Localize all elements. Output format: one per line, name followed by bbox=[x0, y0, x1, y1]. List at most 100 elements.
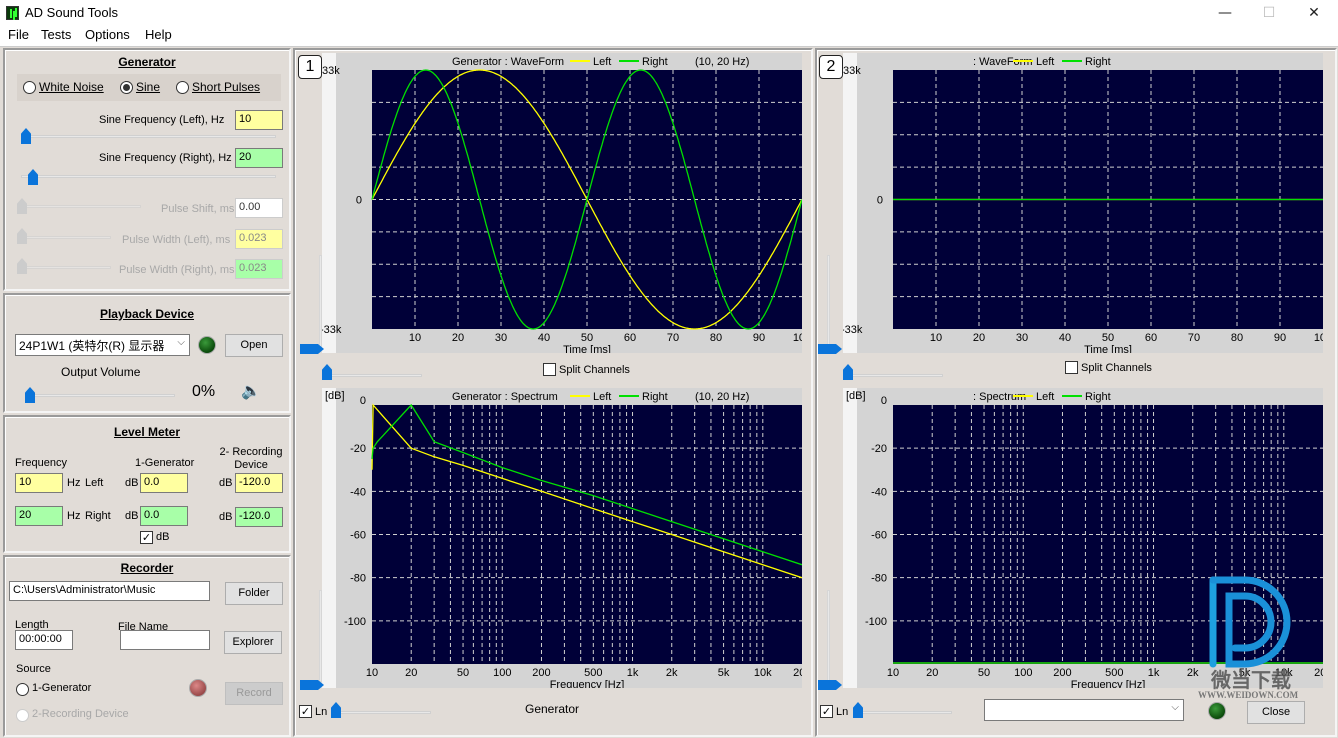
legend-left-label: Left bbox=[593, 391, 611, 403]
x-tick-label: 100 bbox=[1314, 332, 1323, 344]
minimize-button[interactable]: — bbox=[1202, 2, 1248, 24]
output-volume-thumb[interactable] bbox=[25, 387, 35, 403]
y-tick-label: -33k bbox=[322, 324, 342, 336]
sine-right-label: Sine Frequency (Right), Hz bbox=[99, 152, 232, 164]
sine-left-slider[interactable] bbox=[21, 135, 276, 138]
chart-frame-highlight bbox=[843, 53, 857, 353]
level-freq-right[interactable]: 20 bbox=[15, 506, 63, 526]
watermark-text: 微当下载 bbox=[1211, 670, 1291, 692]
menu-bar: File Tests Options Help bbox=[0, 26, 1338, 46]
scope2-spec-gain-thumb[interactable] bbox=[818, 680, 842, 690]
white-noise-label[interactable]: White Noise bbox=[39, 80, 104, 94]
y-tick-label: -80 bbox=[350, 573, 366, 585]
chart-frame-highlight bbox=[322, 388, 336, 688]
scope1-spec-zoom-thumb[interactable] bbox=[331, 702, 341, 718]
pulse-shift-input: 0.00 bbox=[235, 198, 283, 218]
menu-help[interactable]: Help bbox=[145, 27, 172, 42]
chart-frame-highlight bbox=[843, 388, 857, 688]
open-button[interactable]: Open bbox=[225, 334, 283, 357]
sine-left-input[interactable]: 10 bbox=[235, 110, 283, 130]
pulse-width-right-thumb bbox=[17, 258, 27, 274]
length-input[interactable]: 00:00:00 bbox=[15, 630, 73, 650]
x-tick-label: 50 bbox=[1102, 332, 1114, 344]
level-freq-left[interactable]: 10 bbox=[15, 473, 63, 493]
playback-panel: Playback Device 24P1W1 (英特尔(R) 显示器 ⌵ Open… bbox=[3, 293, 291, 413]
scope2-spec-zoom-slider[interactable] bbox=[856, 711, 952, 714]
scope2-wave-gain-slider[interactable] bbox=[827, 255, 830, 347]
x-tick-label: 90 bbox=[753, 332, 765, 344]
scope2-wave-zoom-thumb[interactable] bbox=[843, 364, 853, 380]
scope2-spec-gain-slider[interactable] bbox=[827, 590, 830, 682]
source-label: Source bbox=[16, 663, 51, 675]
y-axis-label: [dB] bbox=[325, 390, 345, 402]
scope2-ln-checkbox[interactable]: ✓ bbox=[820, 705, 833, 718]
sine-right-input[interactable]: 20 bbox=[235, 148, 283, 168]
sine-left-label: Sine Frequency (Left), Hz bbox=[99, 114, 225, 126]
file-name-input[interactable] bbox=[120, 630, 210, 650]
pulse-shift-label: Pulse Shift, ms bbox=[161, 203, 235, 215]
sine-left-slider-thumb[interactable] bbox=[21, 128, 31, 144]
sine-right-slider-thumb[interactable] bbox=[28, 169, 38, 185]
scope2-device-select[interactable]: ⌵ bbox=[984, 699, 1184, 721]
rec-db-label-right: dB bbox=[219, 511, 233, 523]
scope2-status-led bbox=[1208, 702, 1226, 720]
scope2-spec-zoom-thumb[interactable] bbox=[853, 702, 863, 718]
folder-button[interactable]: Folder bbox=[225, 582, 283, 605]
y-axis-label: [dB] bbox=[846, 390, 866, 402]
scope1-spec-gain-slider[interactable] bbox=[319, 590, 322, 682]
x-tick-label: 100 bbox=[793, 332, 802, 344]
playback-device-select[interactable]: 24P1W1 (英特尔(R) 显示器 ⌵ bbox=[15, 334, 190, 356]
x-tick-label: 50 bbox=[978, 667, 990, 679]
x-tick-label: 200 bbox=[1053, 667, 1071, 679]
scope2-waveform-chart: : WaveFormLeftRight102030405060708090100… bbox=[843, 53, 1323, 353]
x-tick-label: 30 bbox=[1016, 332, 1028, 344]
radio-white-noise[interactable] bbox=[23, 81, 36, 94]
generator-col-label: 1-Generator bbox=[135, 457, 195, 469]
menu-file[interactable]: File bbox=[8, 27, 29, 42]
scope1-spec-zoom-slider[interactable] bbox=[335, 711, 431, 714]
scope2-split-channels-checkbox[interactable] bbox=[1065, 361, 1078, 374]
radio-source-generator[interactable] bbox=[16, 683, 29, 696]
scope1-waveform-chart: Generator : WaveForm Left Right (10, 20 Hz)… bbox=[322, 53, 802, 353]
menu-tests[interactable]: Tests bbox=[41, 27, 71, 42]
scope1-split-channels-label: Split Channels bbox=[559, 364, 630, 376]
y-tick-label: -100 bbox=[865, 616, 887, 628]
y-tick-label: -20 bbox=[350, 443, 366, 455]
x-tick-label: 10 bbox=[930, 332, 942, 344]
sine-right-slider[interactable] bbox=[21, 175, 276, 178]
x-tick-label: 100 bbox=[493, 667, 511, 679]
scope2-wave-gain-thumb[interactable] bbox=[818, 344, 842, 354]
chevron-down-icon: ⌵ bbox=[1171, 702, 1179, 713]
short-pulses-label[interactable]: Short Pulses bbox=[192, 80, 260, 94]
x-tick-label: 10 bbox=[366, 667, 378, 679]
scope2-wave-zoom-slider[interactable] bbox=[843, 374, 943, 377]
legend-left-label: Left bbox=[1036, 56, 1054, 68]
radio-short-pulses[interactable] bbox=[176, 81, 189, 94]
y-tick-label: -40 bbox=[350, 486, 366, 498]
x-tick-label: 20k bbox=[793, 667, 802, 679]
maximize-button[interactable]: ☐ bbox=[1246, 2, 1292, 24]
output-volume-slider[interactable] bbox=[27, 394, 175, 397]
radio-sine[interactable] bbox=[120, 81, 133, 94]
scope1-wave-zoom-thumb[interactable] bbox=[322, 364, 332, 380]
close-button[interactable]: Close bbox=[1247, 701, 1305, 724]
sine-label[interactable]: Sine bbox=[136, 80, 160, 94]
close-window-button[interactable]: ✕ bbox=[1291, 2, 1337, 24]
scope1-split-channels-checkbox[interactable] bbox=[543, 363, 556, 376]
speaker-icon[interactable]: 🔈 bbox=[241, 381, 261, 401]
menu-options[interactable]: Options bbox=[85, 27, 130, 42]
rec-db-right: -120.0 bbox=[235, 507, 283, 527]
folder-path-input[interactable]: C:\Users\Administrator\Music bbox=[9, 581, 210, 601]
chart-title: Generator : WaveForm bbox=[452, 56, 564, 68]
scope1-ln-checkbox[interactable]: ✓ bbox=[299, 705, 312, 718]
scope1-wave-zoom-slider[interactable] bbox=[322, 374, 422, 377]
scope1-number: 1 bbox=[298, 55, 322, 79]
y-tick-label: -20 bbox=[871, 443, 887, 455]
source-generator-label[interactable]: 1-Generator bbox=[32, 682, 91, 694]
db-checkbox[interactable]: ✓ bbox=[140, 531, 153, 544]
explorer-button[interactable]: Explorer bbox=[224, 631, 282, 654]
legend-left-label: Left bbox=[1036, 391, 1054, 403]
chevron-down-icon: ⌵ bbox=[177, 337, 185, 348]
scope1-wave-gain-slider[interactable] bbox=[319, 255, 322, 347]
x-tick-label: 1k bbox=[627, 667, 639, 679]
